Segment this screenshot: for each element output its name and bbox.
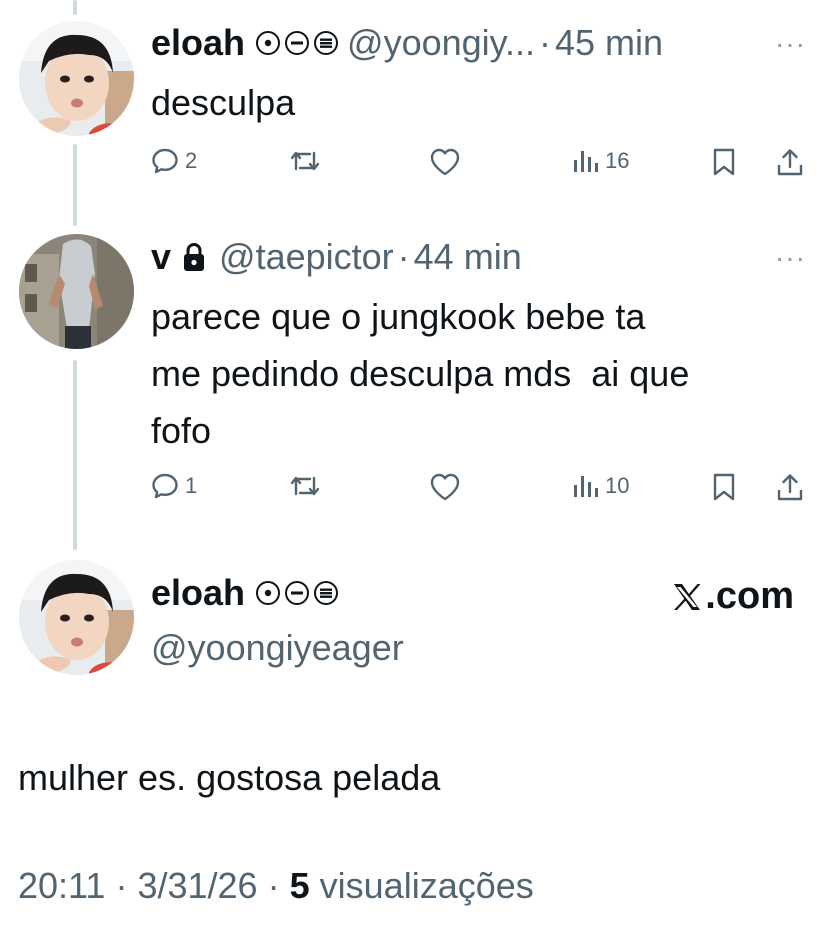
views-button[interactable]: 10 [571,472,629,500]
separator: · [539,22,551,63]
display-name[interactable]: eloah [151,572,245,614]
tweet-text-line: me pedindo desculpa mds ai que [151,353,690,394]
views-count: 5 [289,865,310,906]
views-icon [574,151,598,172]
display-name[interactable]: v [151,236,171,278]
tweet-text-line: fofo [151,410,212,451]
x-logo-icon [674,583,701,610]
action-bar: 2 16 [151,147,811,187]
retweet-button[interactable] [288,472,322,500]
bookmark-button[interactable] [711,472,737,502]
tweet-text-line: parece que o jungkook bebe ta [151,296,646,337]
like-button[interactable] [429,147,461,177]
timestamp[interactable]: 44 min [414,236,522,278]
separator: · [397,236,410,277]
separator: · [115,865,128,906]
bookmark-icon [713,148,735,176]
main-tweet-header: eloah [151,572,347,614]
main-tweet-text: mulher es. gostosa pelada [18,757,441,798]
user-handle[interactable]: @yoongiy... [347,22,535,64]
tweet-time[interactable]: 20:11 [18,865,105,906]
like-button[interactable] [429,472,461,502]
brand-text: .com [705,575,794,617]
avatar[interactable] [19,560,134,675]
share-icon [777,474,803,501]
share-icon [777,149,803,176]
views-button[interactable]: 16 [571,147,629,175]
timestamp[interactable]: 45 min [555,22,663,64]
share-button[interactable] [776,147,804,177]
user-handle[interactable]: @taepictor [219,236,394,278]
thread-line-2 [73,360,77,550]
heart-icon [430,148,460,176]
separator: · [267,865,280,906]
views-icon [574,476,598,497]
status-badges-icon [255,30,339,56]
bookmark-button[interactable] [711,147,737,177]
reply-button[interactable]: 1 [151,472,197,500]
heart-icon [430,473,460,501]
bookmark-icon [713,473,735,501]
reply-button[interactable]: 2 [151,147,197,175]
action-bar: 1 10 [151,472,811,512]
thread-line-1 [73,144,77,226]
retweet-button[interactable] [288,147,322,175]
views-count: 10 [605,473,630,498]
display-name[interactable]: eloah [151,22,245,64]
reply-count: 1 [185,473,198,498]
tweet-header: eloah @yoongiy... · 45 min [151,22,663,64]
thread-line-top [73,0,77,15]
reply-count: 2 [185,148,198,173]
status-badges-icon [255,580,339,606]
tweet-text: parece que o jungkook bebe ta me pedindo… [151,288,689,459]
tweet-date[interactable]: 3/31/26 [137,865,257,906]
more-options-button[interactable]: ··· [775,28,806,60]
avatar[interactable] [19,234,134,349]
tweet-text: desculpa [151,82,296,123]
retweet-icon [290,476,320,496]
share-button[interactable] [776,472,804,502]
retweet-icon [290,151,320,171]
views-count: 16 [605,148,630,173]
tweet-meta: 20:11 · 3/31/26 · 5 visualizações [18,865,534,907]
reply-icon [152,148,178,174]
x-brand[interactable]: .com [671,575,794,618]
avatar[interactable] [19,21,134,136]
user-handle[interactable]: @yoongiyeager [151,627,404,669]
reply-icon [152,473,178,499]
lock-icon [181,241,207,273]
views-label: visualizações [319,865,534,906]
tweet-header: v @taepictor · 44 min [151,236,522,278]
more-options-button[interactable]: ··· [775,242,806,274]
